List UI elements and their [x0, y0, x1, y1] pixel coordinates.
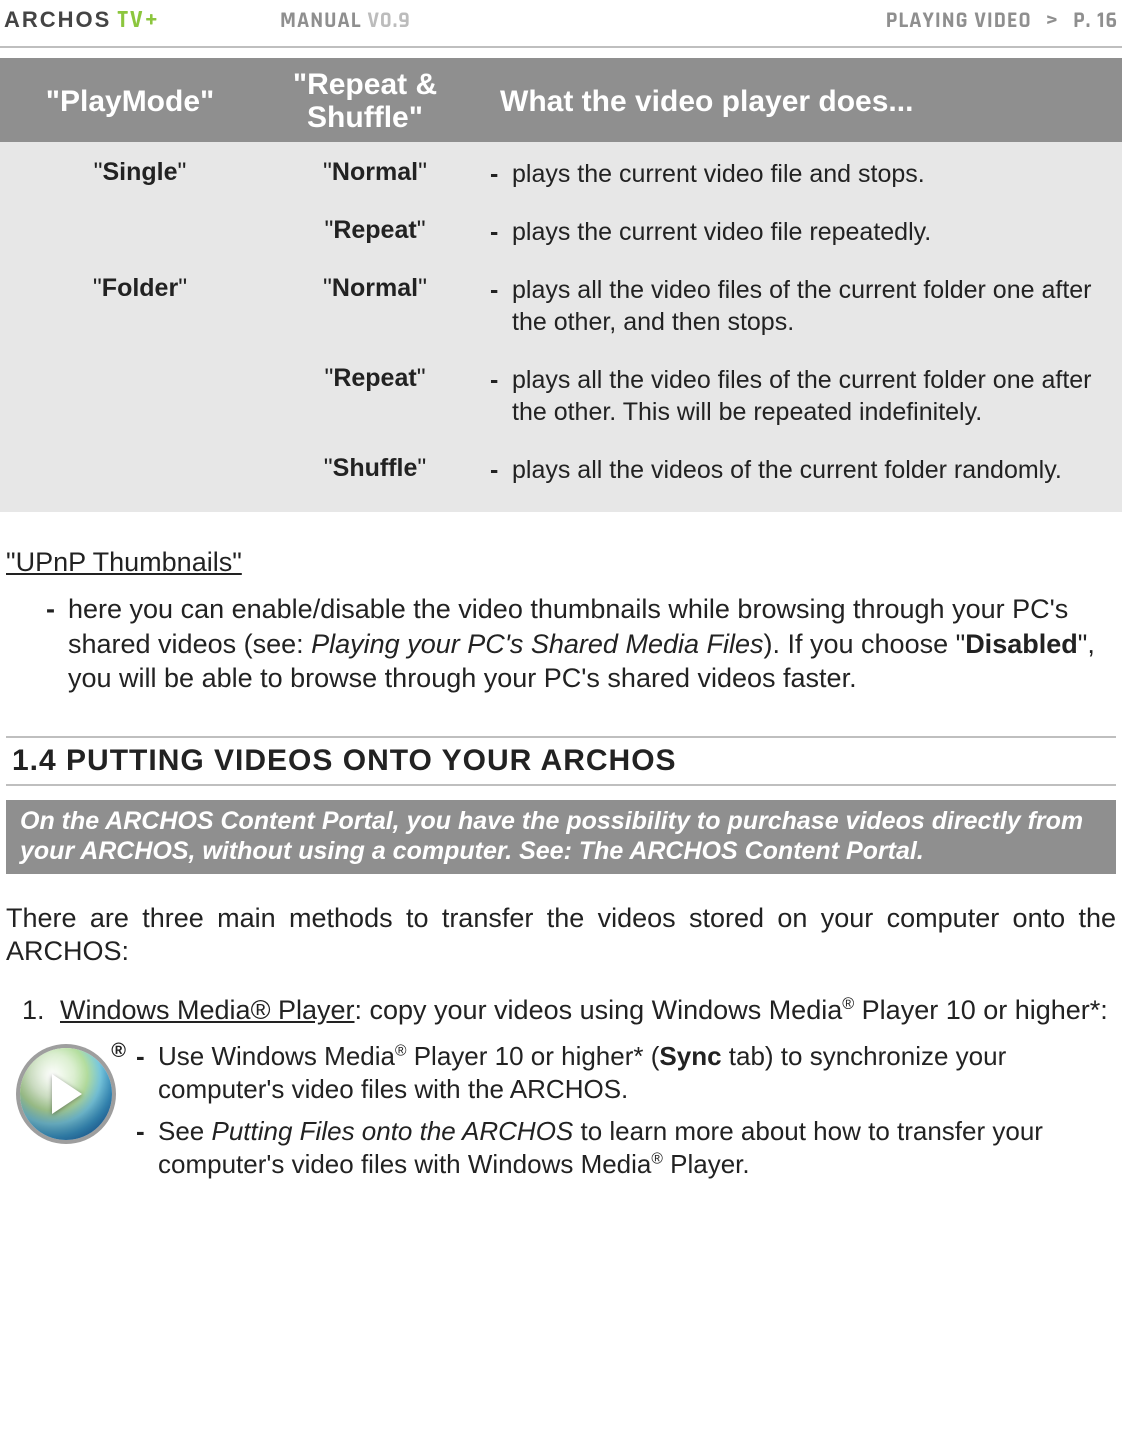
- table-cell-description: -plays the current video file repeatedly…: [490, 216, 1112, 248]
- product-tag: TV+: [117, 6, 160, 36]
- ordered-list-item: 1. Windows Media® Player: copy your vide…: [6, 995, 1116, 1026]
- dash-icon: -: [136, 1040, 145, 1073]
- brand-logo-text: ARCHOS: [4, 7, 111, 33]
- registered-icon: ®: [111, 1040, 126, 1063]
- dash-icon: -: [46, 592, 55, 627]
- table-cell-playmode: [20, 454, 260, 486]
- table-cell-shuffle: "Repeat": [260, 216, 490, 248]
- list-item: - See Putting Files onto the ARCHOS to l…: [136, 1115, 1116, 1180]
- list-item: - here you can enable/disable the video …: [46, 592, 1116, 696]
- table-cell-shuffle: "Repeat": [260, 364, 490, 428]
- page-header: ARCHOS TV+ MANUAL V0.9 PLAYING VIDEO > P…: [0, 0, 1122, 46]
- divider: [0, 46, 1122, 48]
- chevron-right-icon: >: [1046, 7, 1059, 35]
- playmode-table: "PlayMode" "Repeat & Shuffle" What the v…: [0, 58, 1122, 512]
- table-cell-shuffle: "Shuffle": [260, 454, 490, 486]
- subheading-upnp: "UPnP Thumbnails": [6, 547, 1116, 578]
- wmp-section: ® - Use Windows Media® Player 10 or high…: [6, 1040, 1116, 1190]
- section-label: PLAYING VIDEO: [886, 7, 1032, 35]
- manual-label-wrap: MANUAL V0.9: [280, 7, 411, 35]
- list-number: 1.: [22, 995, 50, 1026]
- wmp-bullets: - Use Windows Media® Player 10 or higher…: [136, 1040, 1116, 1190]
- table-cell-playmode: [20, 364, 260, 428]
- upnp-bullet: - here you can enable/disable the video …: [6, 592, 1116, 696]
- page-number: P. 16: [1073, 7, 1118, 35]
- page-content: "UPnP Thumbnails" - here you can enable/…: [0, 512, 1122, 1190]
- table-header-description: What the video player does...: [480, 85, 1112, 118]
- paragraph: There are three main methods to transfer…: [6, 902, 1116, 970]
- list-text: Windows Media® Player: copy your videos …: [60, 995, 1108, 1026]
- registered-icon: ®: [651, 1150, 663, 1167]
- breadcrumb: PLAYING VIDEO > P. 16: [886, 7, 1118, 35]
- table-cell-description: -plays the current video file and stops.: [490, 158, 1112, 190]
- table-cell-description: -plays all the video files of the curren…: [490, 364, 1112, 428]
- table-header-playmode: "PlayMode": [10, 85, 250, 118]
- table-cell-description: -plays all the video files of the curren…: [490, 274, 1112, 338]
- table-header-row: "PlayMode" "Repeat & Shuffle" What the v…: [0, 58, 1122, 142]
- registered-icon: ®: [842, 995, 854, 1013]
- table-body: "Single" "Normal" -plays the current vid…: [0, 142, 1122, 512]
- table-header-repeat-shuffle: "Repeat & Shuffle": [250, 68, 480, 134]
- table-cell-shuffle: "Normal": [260, 274, 490, 338]
- brand-logo: ARCHOS TV+: [4, 6, 160, 36]
- dash-icon: -: [136, 1115, 145, 1148]
- table-cell-description: -plays all the videos of the current fol…: [490, 454, 1112, 486]
- table-cell-shuffle: "Normal": [260, 158, 490, 190]
- registered-icon: ®: [395, 1042, 407, 1059]
- table-cell-playmode: "Single": [20, 158, 260, 190]
- manual-version: V0.9: [367, 7, 410, 35]
- windows-media-player-icon: ®: [16, 1044, 116, 1144]
- callout-box: On the ARCHOS Content Portal, you have t…: [6, 800, 1116, 874]
- manual-label: MANUAL: [280, 7, 362, 35]
- list-item: - Use Windows Media® Player 10 or higher…: [136, 1040, 1116, 1105]
- divider: [6, 784, 1116, 786]
- table-cell-playmode: [20, 216, 260, 248]
- divider: [6, 736, 1116, 738]
- section-heading: 1.4 PUTTING VIDEOS ONTO YOUR ARCHOS: [6, 744, 1116, 782]
- method-link: Windows Media® Player: [60, 995, 355, 1025]
- table-cell-playmode: "Folder": [20, 274, 260, 338]
